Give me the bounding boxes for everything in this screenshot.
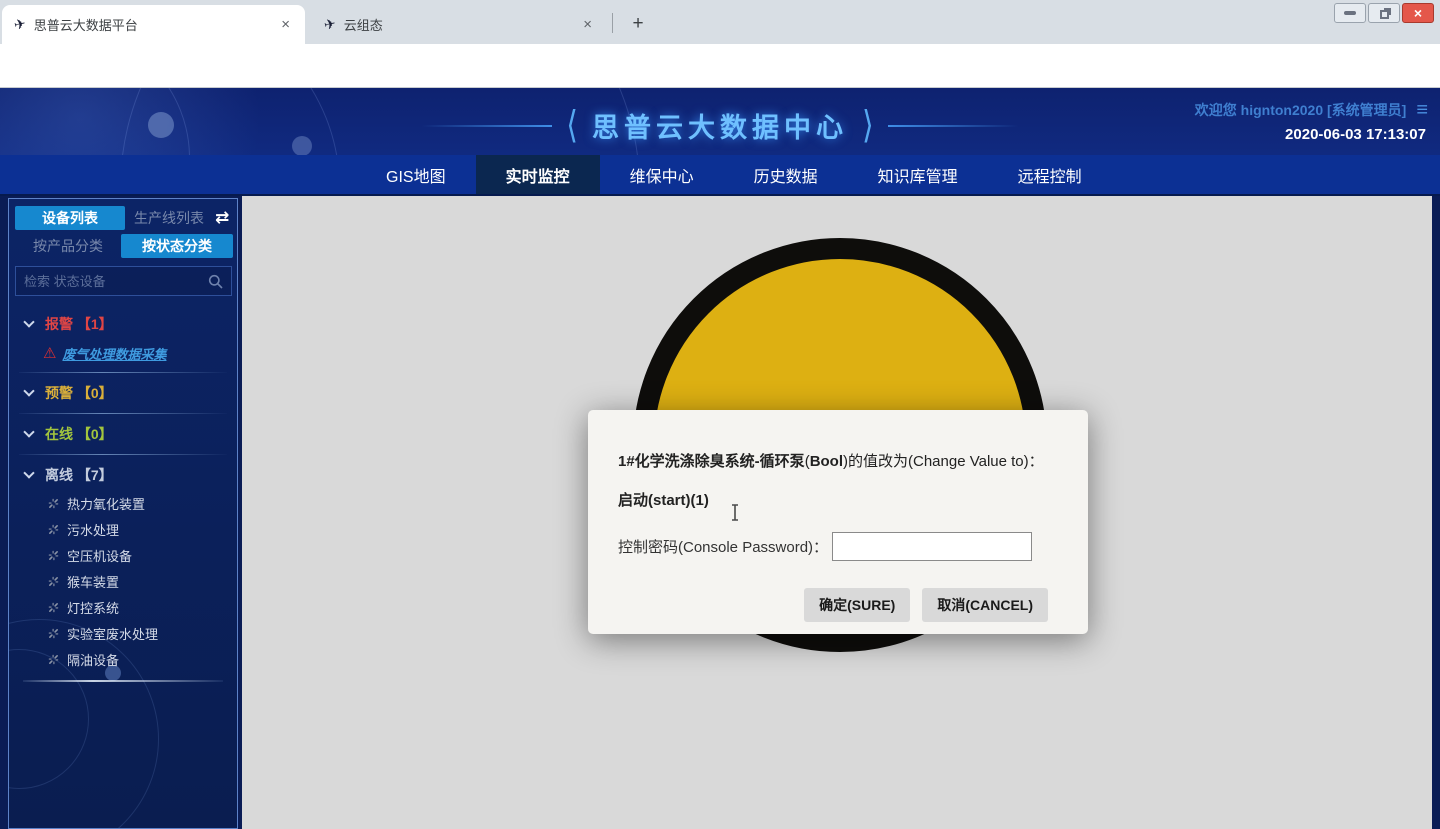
chevron-down-icon[interactable]: [23, 426, 34, 437]
point-type: Bool: [810, 453, 843, 470]
group-count: 【0】: [77, 383, 113, 403]
window-controls: ×: [1334, 3, 1434, 23]
window-restore-button[interactable]: [1368, 3, 1400, 23]
offline-link-icon: [47, 653, 60, 666]
dialog-new-value: 启动(start)(1): [618, 489, 1058, 510]
nav-item-knowledge-base[interactable]: 知识库管理: [848, 155, 988, 194]
device-label: 猴车装置: [67, 572, 119, 591]
close-icon: ×: [1414, 6, 1422, 20]
offline-link-icon: [47, 601, 60, 614]
group-count: 【1】: [77, 314, 113, 334]
tree-bottom-divider: [23, 680, 223, 682]
tab-close-icon[interactable]: ×: [578, 15, 597, 34]
tree-divider: [19, 454, 227, 455]
group-label: 离线: [45, 465, 73, 485]
device-label: 隔油设备: [67, 650, 119, 669]
minimize-icon: [1344, 11, 1356, 15]
nav-item-history-data[interactable]: 历史数据: [724, 155, 848, 194]
tree-item-offline-device[interactable]: 实验室废水处理: [9, 620, 237, 646]
main-navbar: GIS地图 实时监控 维保中心 历史数据 知识库管理 远程控制: [0, 155, 1440, 196]
nav-item-remote-control[interactable]: 远程控制: [988, 155, 1112, 194]
tab-by-status[interactable]: 按状态分类: [121, 234, 233, 258]
group-count: 【0】: [77, 424, 113, 444]
device-search-box: [15, 266, 232, 296]
device-label: 灯控系统: [67, 598, 119, 617]
tab-separator: [612, 13, 613, 33]
device-sidebar: 设备列表 生产线列表 ⇄ 按产品分类 按状态分类 报警 【1】 ⚠ 废气处理数据…: [8, 198, 238, 829]
device-label: 热力氧化装置: [67, 494, 145, 513]
tab-device-list[interactable]: 设备列表: [15, 206, 125, 230]
device-search-input[interactable]: [16, 274, 208, 289]
dialog-message: 1#化学洗涤除臭系统-循环泵(Bool)的值改为(Change Value to…: [618, 452, 1056, 472]
tab-by-product[interactable]: 按产品分类: [15, 234, 121, 258]
tree-item-offline-device[interactable]: 猴车装置: [9, 568, 237, 594]
tree-item-alarm-device[interactable]: ⚠ 废气处理数据采集: [9, 339, 237, 367]
nav-item-maintenance-center[interactable]: 维保中心: [600, 155, 724, 194]
search-icon[interactable]: [208, 274, 223, 289]
restore-icon: [1380, 10, 1389, 19]
browser-tabstrip: ✈ 思普云大数据平台 × ✈ 云组态 × + ×: [0, 0, 1440, 44]
tab-close-icon[interactable]: ×: [276, 15, 295, 34]
menu-list-icon[interactable]: ≡: [1416, 100, 1428, 120]
tree-group-alarm[interactable]: 报警 【1】: [9, 309, 237, 339]
browser-tab-active[interactable]: ✈ 思普云大数据平台 ×: [2, 5, 305, 44]
offline-link-icon: [47, 497, 60, 510]
swap-arrows-icon[interactable]: ⇄: [215, 208, 229, 228]
tree-divider: [19, 413, 227, 414]
window-minimize-button[interactable]: [1334, 3, 1366, 23]
current-datetime: 2020-06-03 17:13:07: [1285, 126, 1426, 143]
window-close-button[interactable]: ×: [1402, 3, 1434, 23]
nav-item-gis-map[interactable]: GIS地图: [356, 155, 476, 194]
cancel-button[interactable]: 取消(CANCEL): [922, 588, 1048, 622]
tree-item-offline-device[interactable]: 隔油设备: [9, 646, 237, 672]
change-value-dialog: 1#化学洗涤除臭系统-循环泵(Bool)的值改为(Change Value to…: [588, 410, 1088, 634]
tree-group-warning[interactable]: 预警 【0】: [9, 378, 237, 408]
title-bracket-left: ⟨: [566, 107, 578, 145]
tab-title: 云组态: [344, 15, 579, 34]
chevron-down-icon[interactable]: [23, 385, 34, 396]
warning-triangle-icon: ⚠: [43, 344, 56, 362]
console-password-input[interactable]: [832, 532, 1032, 561]
device-point-name: 1#化学洗涤除臭系统-循环泵: [618, 453, 805, 470]
chevron-down-icon[interactable]: [23, 316, 34, 327]
tree-item-offline-device[interactable]: 热力氧化装置: [9, 490, 237, 516]
title-ornament-line: [888, 125, 1018, 127]
tab-production-line-list[interactable]: 生产线列表: [125, 206, 213, 230]
group-count: 【7】: [77, 465, 113, 485]
sure-button[interactable]: 确定(SURE): [804, 588, 910, 622]
welcome-user-text: 欢迎您 hignton2020 [系统管理员]: [1195, 100, 1407, 120]
device-label: 污水处理: [67, 520, 119, 539]
alarm-device-link[interactable]: 废气处理数据采集: [62, 344, 166, 363]
password-label: 控制密码(Console Password)：: [618, 536, 828, 557]
device-label: 实验室废水处理: [67, 624, 158, 643]
tree-divider: [19, 372, 227, 373]
site-favicon-icon: ✈: [12, 15, 27, 34]
group-label: 在线: [45, 424, 73, 444]
chevron-down-icon[interactable]: [23, 467, 34, 478]
app-header: ⟨ 思普云大数据中心 ⟩ 欢迎您 hignton2020 [系统管理员] ≡ 2…: [0, 88, 1440, 155]
offline-link-icon: [47, 549, 60, 562]
tree-item-offline-device[interactable]: 污水处理: [9, 516, 237, 542]
tree-item-offline-device[interactable]: 灯控系统: [9, 594, 237, 620]
group-label: 预警: [45, 383, 73, 403]
site-favicon-icon: ✈: [322, 15, 337, 34]
tree-group-online[interactable]: 在线 【0】: [9, 419, 237, 449]
new-tab-button[interactable]: +: [624, 10, 652, 38]
title-ornament-line: [422, 125, 552, 127]
tree-group-offline[interactable]: 离线 【7】: [9, 460, 237, 490]
browser-tab-inactive[interactable]: ✈ 云组态 ×: [312, 5, 607, 44]
tab-title: 思普云大数据平台: [34, 15, 277, 34]
browser-toolbar: ← → ↻ i 不安全 | iot.idosp.net /idosp/index…: [0, 44, 1440, 88]
tree-item-offline-device[interactable]: 空压机设备: [9, 542, 237, 568]
device-status-tree: 报警 【1】 ⚠ 废气处理数据采集 预警 【0】 在线 【0】 离线 【7】 热…: [9, 309, 237, 682]
title-bracket-right: ⟩: [862, 107, 874, 145]
page-title: 思普云大数据中心: [592, 106, 848, 145]
text-cursor-icon: [729, 503, 741, 523]
offline-link-icon: [47, 575, 60, 588]
device-label: 空压机设备: [67, 546, 132, 565]
nav-item-realtime-monitor[interactable]: 实时监控: [476, 155, 600, 194]
group-label: 报警: [45, 314, 73, 334]
offline-link-icon: [47, 627, 60, 640]
offline-link-icon: [47, 523, 60, 536]
